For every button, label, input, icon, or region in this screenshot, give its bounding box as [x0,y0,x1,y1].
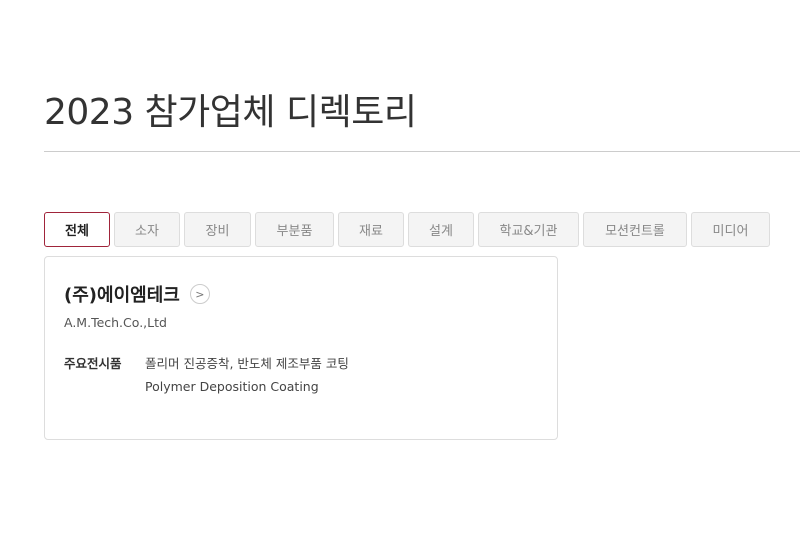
tab-motion-control[interactable]: 모션컨트롤 [583,212,687,247]
tab-all[interactable]: 전체 [44,212,110,247]
tab-school-institution[interactable]: 학교&기관 [478,212,579,247]
tab-media[interactable]: 미디어 [691,212,770,247]
company-card: (주)에이엠테크 > A.M.Tech.Co.,Ltd 주요전시품 폴리머 진공… [44,256,558,440]
tab-device[interactable]: 소자 [114,212,180,247]
tab-parts[interactable]: 부분품 [255,212,334,247]
products-values: 폴리머 진공증착, 반도체 제조부품 코팅 Polymer Deposition… [145,352,349,398]
page-title: 2023 참가업체 디렉토리 [44,92,417,133]
products-korean: 폴리머 진공증착, 반도체 제조부품 코팅 [145,356,349,371]
main-products: 주요전시품 폴리머 진공증착, 반도체 제조부품 코팅 Polymer Depo… [64,352,349,398]
tab-design[interactable]: 설계 [408,212,474,247]
chevron-right-icon[interactable]: > [189,284,210,304]
tab-equipment[interactable]: 장비 [184,212,251,247]
tab-materials[interactable]: 재료 [338,212,404,247]
company-header: (주)에이엠테크 > [64,281,210,307]
company-name[interactable]: (주)에이엠테크 [64,281,180,307]
category-tabs: 전체 소자 장비 부분품 재료 설계 학교&기관 모션컨트롤 미디어 [44,212,770,247]
company-name-english: A.M.Tech.Co.,Ltd [64,315,167,330]
products-english: Polymer Deposition Coating [145,379,319,394]
products-label: 주요전시품 [64,356,122,371]
title-divider [44,151,800,152]
page: 2023 참가업체 디렉토리 전체 소자 장비 부분품 재료 설계 학교&기관 … [0,0,800,533]
